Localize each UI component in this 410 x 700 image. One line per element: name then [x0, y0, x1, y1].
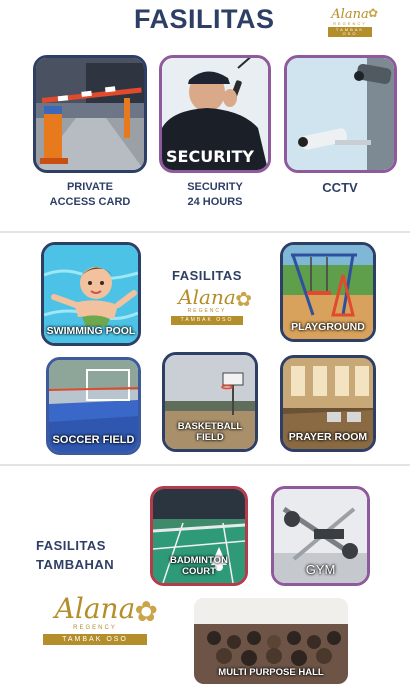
- caption-line: SECURITY: [187, 181, 243, 193]
- caption-line: ACCESS CARD: [49, 196, 131, 208]
- multi-purpose-hall-label: MULTI PURPOSE HALL: [218, 667, 324, 678]
- logo-place: TAMBAK OSO: [43, 634, 147, 645]
- prayer-room-label: PRAYER ROOM: [288, 431, 368, 443]
- badminton-court-label: BADMINTON COURT: [170, 555, 228, 577]
- caption-line: CCTV: [322, 180, 358, 195]
- badminton-court-tile[interactable]: BADMINTON COURT: [150, 486, 248, 586]
- logo-top: ✿ Alana REGENCY TAMBAK OSO: [326, 6, 378, 37]
- gym-tile[interactable]: GYM: [271, 486, 370, 586]
- security-badge-text: SECURITY: [166, 147, 254, 166]
- caption-line: 24 HOURS: [187, 196, 243, 208]
- private-access-card-caption: PRIVATE ACCESS CARD: [40, 180, 140, 210]
- private-access-card-image: [33, 55, 147, 173]
- caption-line: PRIVATE: [66, 181, 114, 193]
- soccer-field-tile[interactable]: SOCCER FIELD: [46, 357, 141, 455]
- cctv-image: [284, 55, 397, 173]
- section3-title: FASILITAS TAMBAHAN: [36, 536, 114, 574]
- logo-sub: REGENCY: [73, 625, 117, 631]
- section-divider: [0, 464, 410, 466]
- logo-place: TAMBAK OSO: [171, 316, 243, 325]
- cctv-caption: CCTV: [300, 180, 380, 195]
- logo-sub: REGENCY: [333, 21, 367, 26]
- section2-title: FASILITAS: [172, 268, 242, 283]
- logo-name: Alana: [331, 7, 369, 22]
- logo-sub: REGENCY: [187, 308, 227, 314]
- multi-purpose-hall-tile[interactable]: MULTI PURPOSE HALL: [194, 598, 348, 684]
- basketball-field-tile[interactable]: BASKETBALL FIELD: [162, 352, 258, 452]
- section3-title-line: FASILITAS: [36, 538, 106, 553]
- playground-tile[interactable]: PLAYGROUND: [280, 242, 376, 342]
- page-title: FASILITAS: [134, 4, 275, 34]
- section3-title-line: TAMBAHAN: [36, 557, 115, 572]
- logo-name: Alana: [54, 592, 136, 625]
- flower-icon: ✿: [235, 289, 252, 311]
- playground-label: PLAYGROUND: [291, 321, 365, 333]
- swimming-pool-label: SWIMMING POOL: [46, 325, 136, 337]
- logo-name: Alana: [178, 285, 236, 309]
- logo-bottom: ✿ Alana REGENCY TAMBAK OSO: [40, 592, 158, 645]
- swimming-pool-tile[interactable]: SWIMMING POOL: [41, 242, 141, 346]
- gym-label: GYM: [305, 562, 336, 577]
- flower-icon: ✿: [134, 596, 158, 627]
- soccer-field-label: SOCCER FIELD: [52, 434, 135, 446]
- flower-icon: ✿: [367, 6, 378, 20]
- security-image: SECURITY: [159, 55, 271, 173]
- prayer-room-tile[interactable]: PRAYER ROOM: [280, 355, 376, 452]
- basketball-field-label: BASKETBALL FIELD: [177, 421, 243, 443]
- section-divider: [0, 231, 410, 233]
- logo-place: TAMBAK OSO: [328, 27, 372, 37]
- security-caption: SECURITY 24 HOURS: [165, 180, 265, 210]
- logo-middle: ✿ Alana REGENCY TAMBAK OSO: [168, 285, 252, 325]
